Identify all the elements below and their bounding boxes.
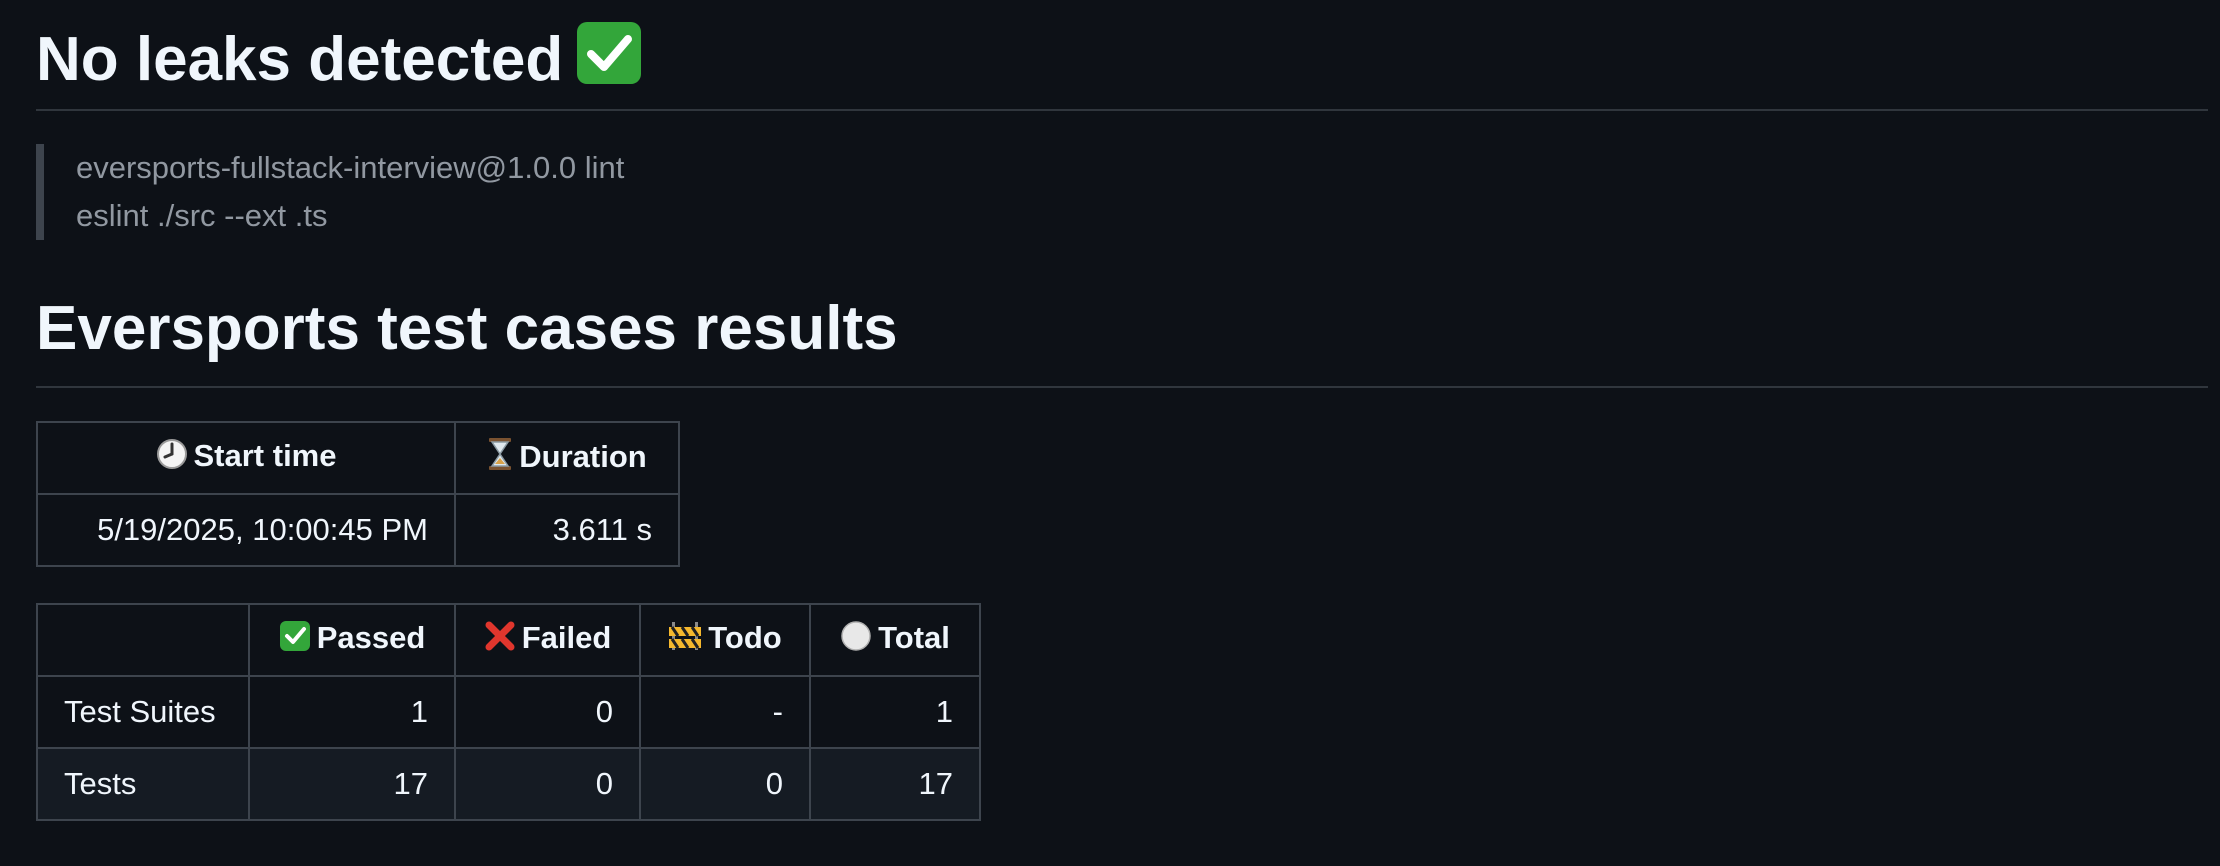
duration-header-label: Duration bbox=[519, 439, 647, 474]
duration-value: 3.611 s bbox=[454, 493, 680, 567]
table-row: Tests 17 0 0 17 bbox=[36, 747, 981, 821]
duration-header: Duration bbox=[454, 421, 680, 495]
total-cell: 17 bbox=[809, 747, 981, 821]
row-label: Tests bbox=[36, 747, 250, 821]
timing-table: Start time Duration 5/19/2025, 10:00:45 … bbox=[36, 421, 680, 567]
leaks-heading: No leaks detected bbox=[36, 22, 642, 94]
check-mark-button-icon bbox=[577, 22, 642, 84]
table-header-row: Start time Duration bbox=[36, 421, 680, 495]
failed-cell: 0 bbox=[454, 747, 641, 821]
table-row: Test Suites 1 0 - 1 bbox=[36, 675, 981, 749]
clock-icon bbox=[156, 438, 188, 478]
row-label-header bbox=[36, 603, 250, 677]
heading-divider bbox=[36, 386, 2208, 388]
lint-script-line: eslint ./src --ext .ts bbox=[76, 198, 328, 233]
heading-divider bbox=[36, 109, 2208, 111]
start-time-header-label: Start time bbox=[193, 438, 337, 473]
lint-command-line: eversports-fullstack-interview@1.0.0 lin… bbox=[76, 150, 625, 185]
check-mark-button-icon bbox=[279, 620, 311, 660]
total-header-label: Total bbox=[878, 620, 950, 655]
results-table: Passed Failed Todo Total Test Suites 1 0… bbox=[36, 603, 981, 821]
todo-header-label: Todo bbox=[708, 620, 782, 655]
markdown-body: No leaks detected eversports-fullstack-i… bbox=[0, 0, 2220, 866]
cross-mark-icon bbox=[484, 620, 516, 660]
lint-blockquote: eversports-fullstack-interview@1.0.0 lin… bbox=[36, 144, 624, 240]
table-row: 5/19/2025, 10:00:45 PM 3.611 s bbox=[36, 493, 680, 567]
row-label: Test Suites bbox=[36, 675, 250, 749]
hourglass-icon bbox=[487, 437, 513, 479]
passed-header-label: Passed bbox=[316, 620, 426, 655]
passed-header: Passed bbox=[248, 603, 456, 677]
todo-header: Todo bbox=[639, 603, 811, 677]
total-header: Total bbox=[809, 603, 981, 677]
passed-cell: 1 bbox=[248, 675, 456, 749]
results-heading: Eversports test cases results bbox=[36, 294, 898, 363]
construction-icon bbox=[668, 620, 702, 660]
todo-cell: - bbox=[639, 675, 811, 749]
passed-cell: 17 bbox=[248, 747, 456, 821]
start-time-value: 5/19/2025, 10:00:45 PM bbox=[36, 493, 456, 567]
white-circle-icon bbox=[840, 620, 872, 660]
start-time-header: Start time bbox=[36, 421, 456, 495]
failed-header-label: Failed bbox=[521, 620, 612, 655]
failed-header: Failed bbox=[454, 603, 641, 677]
todo-cell: 0 bbox=[639, 747, 811, 821]
table-header-row: Passed Failed Todo Total bbox=[36, 603, 981, 677]
leaks-heading-text: No leaks detected bbox=[36, 25, 564, 94]
total-cell: 1 bbox=[809, 675, 981, 749]
failed-cell: 0 bbox=[454, 675, 641, 749]
